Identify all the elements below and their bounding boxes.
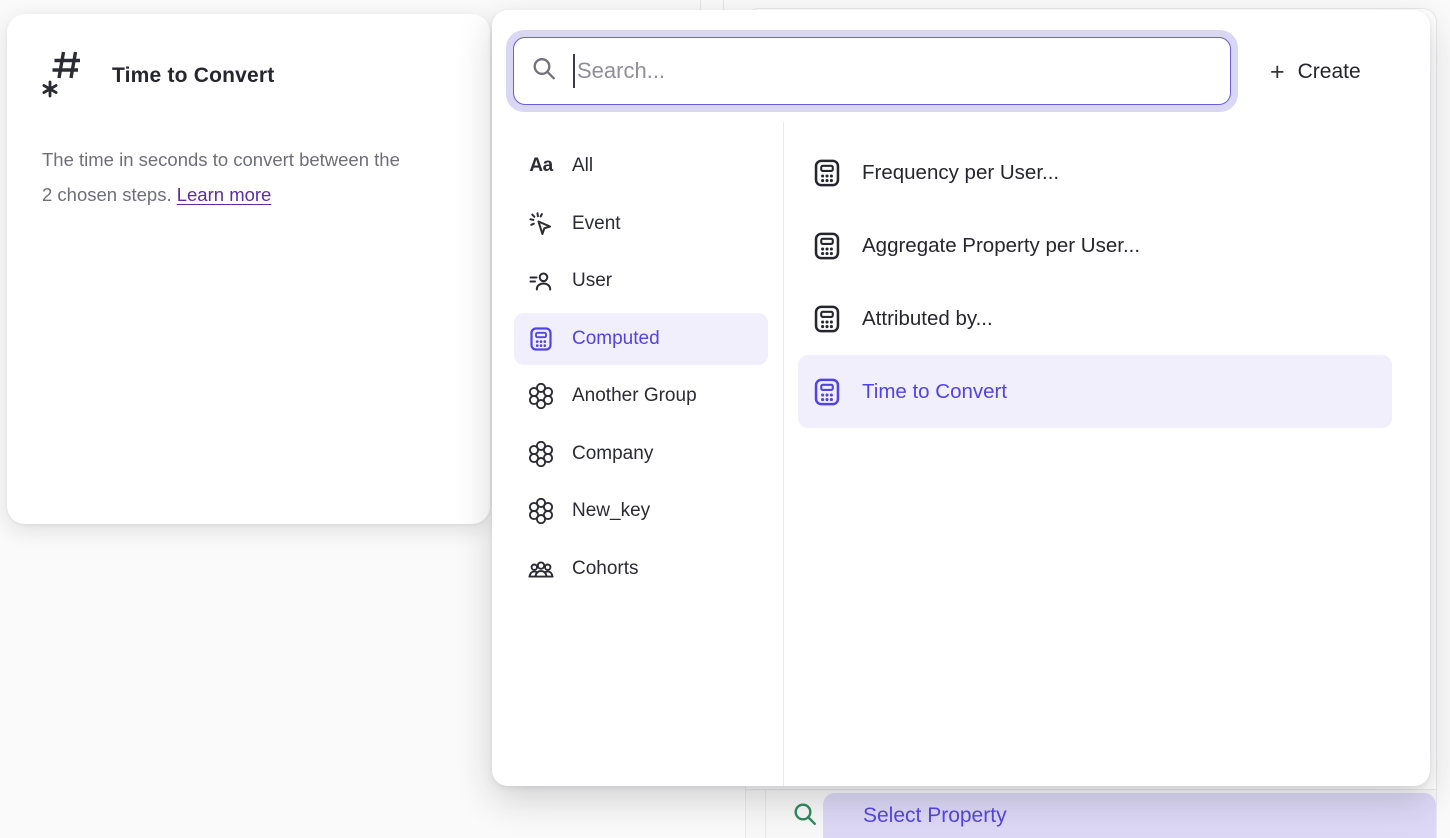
category-label: User bbox=[572, 270, 612, 292]
category-event[interactable]: Event bbox=[514, 198, 768, 250]
category-label: New_key bbox=[572, 500, 650, 522]
calculator-icon bbox=[812, 377, 842, 407]
category-user[interactable]: User bbox=[514, 255, 768, 307]
group-flower-icon bbox=[528, 498, 554, 524]
cursor-click-icon bbox=[528, 211, 554, 237]
result-label: Time to Convert bbox=[862, 380, 1007, 404]
result-label: Attributed by... bbox=[862, 307, 993, 331]
group-flower-icon bbox=[528, 441, 554, 467]
tooltip-description: The time in seconds to convert between t… bbox=[42, 142, 402, 212]
tooltip-card: Time to Convert The time in seconds to c… bbox=[7, 14, 490, 524]
result-label: Frequency per User... bbox=[862, 161, 1059, 185]
background-table-divider bbox=[765, 790, 766, 838]
result-label: Aggregate Property per User... bbox=[862, 234, 1140, 258]
number-hash-icon bbox=[42, 48, 84, 103]
tooltip-title: Time to Convert bbox=[112, 64, 274, 88]
category-list: Aa All Event User Computed Another Group Compa… bbox=[514, 140, 768, 600]
panel-divider bbox=[783, 122, 784, 786]
calculator-icon bbox=[528, 326, 554, 352]
result-aggregate-property-per-user[interactable]: Aggregate Property per User... bbox=[798, 209, 1392, 282]
result-attributed-by[interactable]: Attributed by... bbox=[798, 282, 1392, 355]
result-frequency-per-user[interactable]: Frequency per User... bbox=[798, 136, 1392, 209]
background-property-bar: Select Property bbox=[746, 789, 1436, 838]
calculator-icon bbox=[812, 304, 842, 334]
category-company[interactable]: Company bbox=[514, 428, 768, 480]
category-computed[interactable]: Computed bbox=[514, 313, 768, 365]
category-label: Computed bbox=[572, 328, 660, 350]
search-input[interactable] bbox=[514, 38, 1230, 104]
category-label: All bbox=[572, 155, 593, 177]
select-property-button[interactable]: Select Property bbox=[823, 793, 1436, 838]
category-label: Cohorts bbox=[572, 558, 639, 580]
plus-icon: + bbox=[1270, 60, 1285, 85]
create-button[interactable]: + Create bbox=[1260, 44, 1371, 100]
category-cohorts[interactable]: Cohorts bbox=[514, 543, 768, 595]
category-another-group[interactable]: Another Group bbox=[514, 370, 768, 422]
result-time-to-convert[interactable]: Time to Convert bbox=[798, 355, 1392, 428]
select-property-label: Select Property bbox=[863, 804, 1007, 828]
search-icon bbox=[792, 801, 818, 832]
category-new-key[interactable]: New_key bbox=[514, 485, 768, 537]
calculator-icon bbox=[812, 158, 842, 188]
property-picker-panel: + Create Aa All Event User Computed Another G… bbox=[492, 10, 1430, 786]
group-flower-icon bbox=[528, 383, 554, 409]
result-list: Frequency per User... Aggregate Property … bbox=[798, 136, 1392, 428]
category-label: Company bbox=[572, 443, 653, 465]
search-box[interactable] bbox=[513, 37, 1231, 105]
calculator-icon bbox=[812, 231, 842, 261]
category-label: Event bbox=[572, 213, 621, 235]
aa-text-icon: Aa bbox=[528, 153, 554, 179]
cohorts-icon bbox=[528, 556, 554, 582]
category-all[interactable]: Aa All bbox=[514, 140, 768, 192]
search-focus-ring bbox=[506, 30, 1238, 112]
category-label: Another Group bbox=[572, 385, 697, 407]
user-list-icon bbox=[528, 268, 554, 294]
learn-more-link[interactable]: Learn more bbox=[177, 184, 272, 205]
